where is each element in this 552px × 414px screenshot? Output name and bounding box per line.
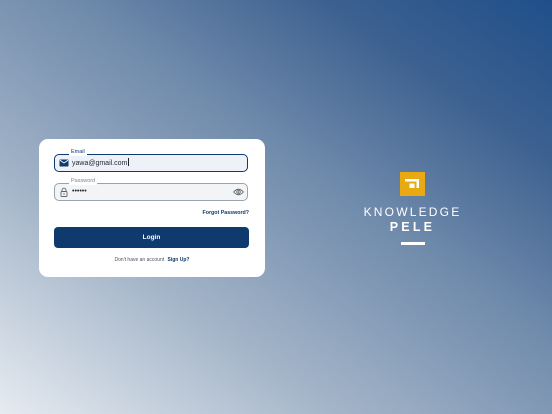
text-caret	[127, 158, 129, 166]
forgot-password-link[interactable]: Forgot Password?	[203, 210, 250, 216]
signup-row: Don't have an account Sign Up?	[39, 257, 265, 263]
no-account-text: Don't have an account	[114, 257, 165, 263]
knowledge-pele-logo-icon	[400, 172, 425, 196]
email-label: Email	[69, 149, 87, 156]
password-label: Password	[69, 178, 98, 185]
password-value: ••••••	[72, 188, 87, 195]
brand-underline	[401, 242, 425, 245]
email-field[interactable]: Email yawa@gmail.com	[54, 149, 248, 172]
login-card: Email yawa@gmail.com Password •••••• For…	[39, 139, 265, 277]
brand-name-line-2: PELE	[389, 220, 436, 234]
login-button[interactable]: Login	[54, 227, 249, 248]
password-field[interactable]: Password ••••••	[54, 178, 248, 201]
lock-icon	[60, 187, 68, 197]
sign-up-link[interactable]: Sign Up?	[168, 257, 190, 263]
brand-name-line-1: KNOWLEDGE	[363, 205, 462, 219]
email-value: yawa@gmail.com	[72, 160, 128, 167]
eye-icon[interactable]	[233, 187, 244, 197]
envelope-icon	[59, 159, 69, 167]
